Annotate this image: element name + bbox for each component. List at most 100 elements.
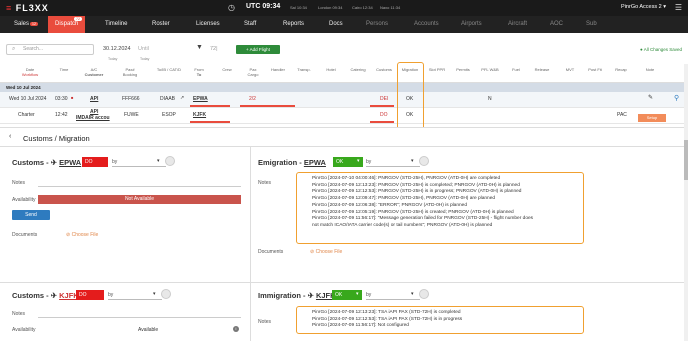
nav-airports[interactable]: Airports: [461, 21, 482, 27]
col-crew[interactable]: Crew: [220, 67, 234, 72]
menu-icon[interactable]: ☰: [675, 3, 682, 12]
filter-count[interactable]: 72|: [210, 46, 218, 52]
send-button[interactable]: Send: [12, 210, 50, 220]
log-line: not match ICAO/IATA carrier code(s) or t…: [312, 222, 493, 228]
col-post-fit[interactable]: Post Fit: [586, 67, 604, 72]
add-flight-button[interactable]: + Add Flight: [236, 45, 280, 54]
col-note[interactable]: Note: [642, 67, 658, 72]
date-until-field[interactable]: Until: [138, 46, 149, 52]
row-ac[interactable]: API: [90, 96, 98, 102]
customs-epwa-title: Customs - ✈ EPWA: [12, 158, 82, 167]
user-menu[interactable]: PinrGo Access 2 ▾: [621, 4, 666, 10]
row-customer[interactable]: IMDAIR accou: [76, 115, 110, 121]
chevron-down-icon[interactable]: ▾: [356, 291, 359, 297]
choose-file-button[interactable]: ⊘ Choose File: [310, 249, 342, 255]
notes-label: Notes: [12, 311, 26, 317]
customs-epwa-toggle[interactable]: [165, 156, 175, 166]
row-workflow: Charter: [18, 112, 35, 118]
row-to[interactable]: EPWA: [193, 96, 208, 102]
immigration-toggle[interactable]: [419, 289, 429, 299]
col-release[interactable]: Release: [530, 67, 554, 72]
setup-button[interactable]: Setup: [638, 114, 666, 122]
col-transp[interactable]: Transp.: [294, 67, 314, 72]
documents-label: Documents: [12, 232, 38, 238]
nav-sales[interactable]: Sales 12: [14, 21, 38, 27]
scrollbar[interactable]: [684, 64, 688, 341]
row-from[interactable]: ESOP: [162, 112, 176, 118]
nav-timeline[interactable]: Timeline: [105, 21, 127, 27]
col-catering[interactable]: Catering: [346, 67, 370, 72]
col-date[interactable]: Date Workflow: [16, 67, 44, 77]
table-row[interactable]: Wed 10 Jul 2024 03:30 ■ API FFF666 DIAAB…: [0, 92, 688, 108]
availability-status[interactable]: Not Available: [38, 195, 241, 204]
col-permits[interactable]: Permits: [452, 67, 474, 72]
nav-accounts[interactable]: Accounts: [414, 21, 439, 27]
col-recap[interactable]: Recap: [612, 67, 630, 72]
edit-icon[interactable]: ✎: [648, 94, 653, 101]
scrollbar-thumb[interactable]: [684, 140, 688, 180]
chevron-down-icon[interactable]: ▾: [411, 158, 414, 164]
row-booking[interactable]: FUWE: [124, 112, 139, 118]
map-pin-icon[interactable]: ⚲: [674, 94, 679, 102]
col-ac[interactable]: A/C Customer: [82, 67, 106, 77]
emigration-notes-log[interactable]: PinrGo [2024-07-10 04:00:46]: PNRGOV (ST…: [296, 172, 584, 244]
table-row[interactable]: Charter 12:42 API IMDAIR accou FUWE ESOP…: [0, 108, 688, 124]
date-from-field[interactable]: 30.12.2024: [103, 46, 131, 52]
row-to[interactable]: KJFK: [193, 112, 206, 118]
customs-epwa-status[interactable]: DO: [82, 157, 108, 167]
app-logo[interactable]: ≡ FL3XX: [6, 3, 49, 13]
col-mvt[interactable]: MVT: [562, 67, 578, 72]
chevron-down-icon[interactable]: ▾: [357, 158, 360, 164]
col-from-to[interactable]: From To: [190, 67, 208, 77]
nav-licenses[interactable]: Licenses: [196, 21, 220, 27]
row-customs[interactable]: DEI: [380, 96, 388, 102]
col-hotel[interactable]: Hotel: [322, 67, 340, 72]
col-fuel[interactable]: Fuel: [508, 67, 524, 72]
today-chip-1[interactable]: Today: [108, 57, 117, 61]
col-handler[interactable]: Handler: [268, 67, 288, 72]
nav-docs[interactable]: Docs: [329, 21, 343, 27]
row-booking[interactable]: FFF666: [122, 96, 140, 102]
row-recap[interactable]: PAC: [617, 112, 627, 118]
col-time[interactable]: Time: [56, 67, 72, 72]
customs-kjfk-status[interactable]: DO: [76, 290, 104, 300]
local-time-4: Naxo 11:34: [380, 5, 401, 10]
nav-aircraft[interactable]: Aircraft: [508, 21, 527, 27]
local-time-2: London 09:34: [318, 5, 343, 10]
col-pax-cargo[interactable]: Pax Cargo: [244, 67, 262, 77]
availability-status[interactable]: Available: [138, 327, 158, 333]
row-permits[interactable]: N: [488, 96, 492, 102]
main-nav: Sales 12 Dispatch 72 Timeline Roster Licen…: [0, 16, 688, 33]
emigration-toggle[interactable]: [419, 156, 429, 166]
row-customs[interactable]: DO: [380, 112, 388, 118]
external-link-icon[interactable]: ↗: [180, 95, 184, 101]
immigration-notes-log[interactable]: PinrGo [2024-07-09 12:13:23]: TSA iAPI P…: [296, 306, 584, 334]
filter-icon[interactable]: ▼: [196, 44, 203, 51]
col-pfl[interactable]: PFL W&B: [480, 67, 500, 72]
notes-input[interactable]: [38, 317, 241, 318]
chevron-down-icon[interactable]: ▾: [153, 291, 156, 297]
chevron-down-icon[interactable]: ▾: [411, 291, 414, 297]
search-input[interactable]: ⌕ Search...: [6, 44, 94, 55]
nav-aoc[interactable]: AOC: [550, 21, 563, 27]
row-from[interactable]: DIAAB: [160, 96, 175, 102]
info-icon[interactable]: i: [233, 326, 239, 332]
notes-input[interactable]: [38, 186, 241, 187]
search-icon: ⌕: [12, 46, 16, 52]
col-customs[interactable]: Customs: [372, 67, 396, 72]
nav-reports[interactable]: Reports: [283, 21, 304, 27]
choose-file-button[interactable]: ⊘ Choose File: [66, 232, 98, 238]
nav-persons[interactable]: Persons: [366, 21, 388, 27]
nav-dispatch[interactable]: Dispatch 72: [48, 16, 86, 33]
nav-sub[interactable]: Sub: [586, 21, 597, 27]
nav-staff[interactable]: Staff: [244, 21, 256, 27]
back-icon[interactable]: ‹: [9, 133, 11, 140]
nav-roster[interactable]: Roster: [152, 21, 170, 27]
row-pax[interactable]: 2/2: [249, 96, 256, 102]
chevron-down-icon[interactable]: ▾: [157, 158, 160, 164]
today-chip-2[interactable]: Today: [140, 57, 149, 61]
customs-kjfk-toggle[interactable]: [161, 289, 171, 299]
col-booking[interactable]: Pax# Booking: [120, 67, 140, 77]
col-ib-cat[interactable]: To/IB / CAT/D: [154, 67, 184, 72]
col-slot-ppr[interactable]: Slot PPR: [428, 67, 446, 72]
